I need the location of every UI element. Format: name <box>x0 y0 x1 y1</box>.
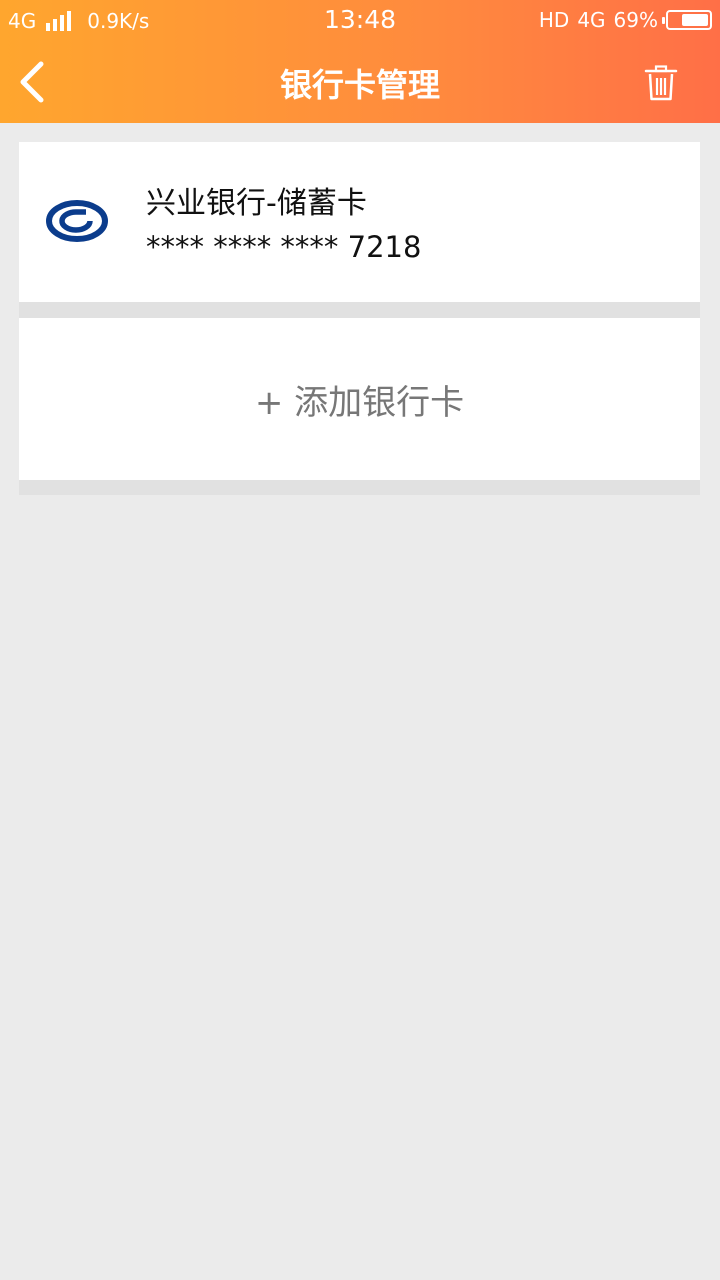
hd-label: HD <box>538 8 570 32</box>
delete-button[interactable] <box>638 60 684 106</box>
add-bank-card-button[interactable]: + 添加银行卡 <box>19 318 700 480</box>
bank-card-item[interactable]: 兴业银行-储蓄卡 **** **** **** 7218 <box>19 142 700 302</box>
trash-icon <box>644 65 678 101</box>
top-bar: 4G 0.9K/s 13:48 HD 4G 69% 银行卡管理 <box>0 0 720 123</box>
status-right: HD 4G 69% <box>539 8 712 32</box>
bank-logo-icon <box>46 200 108 242</box>
nav-bar: 银行卡管理 <box>0 42 720 123</box>
page-title: 银行卡管理 <box>279 66 440 104</box>
bank-name: 兴业银行-储蓄卡 <box>146 186 367 221</box>
card-number: **** **** **** 7218 <box>146 230 422 264</box>
divider <box>19 480 700 495</box>
battery-percent: 69% <box>613 8 658 32</box>
battery-fill <box>682 14 708 26</box>
divider <box>19 302 700 318</box>
status-bar: 4G 0.9K/s 13:48 HD 4G 69% <box>0 0 720 42</box>
network-right-label: 4G <box>577 8 606 32</box>
battery-icon <box>662 10 712 30</box>
